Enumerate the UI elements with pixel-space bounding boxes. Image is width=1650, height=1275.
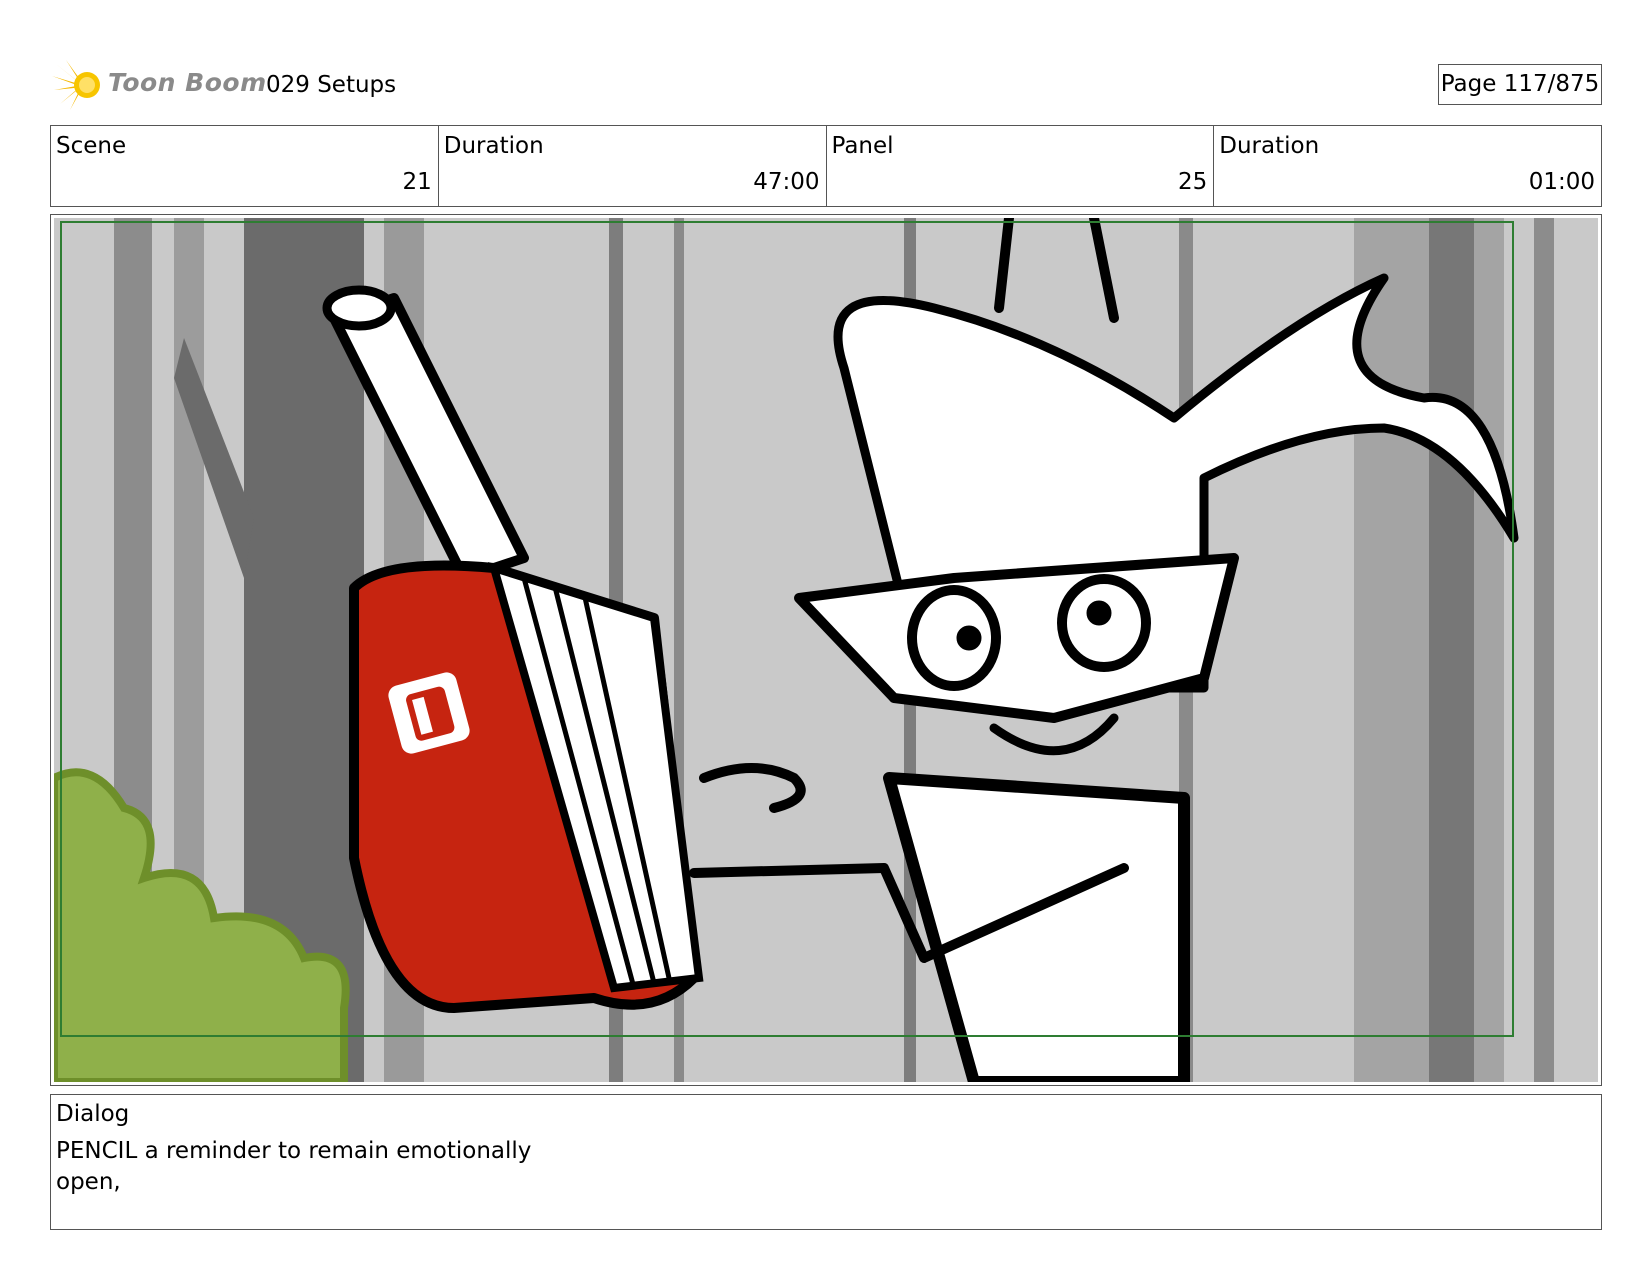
scene-label: Scene bbox=[56, 133, 127, 159]
panel-duration-cell: Duration 01:00 bbox=[1213, 126, 1601, 206]
scene-duration-label: Duration bbox=[443, 133, 544, 159]
scene-duration-cell: Duration 47:00 bbox=[437, 126, 826, 206]
page-indicator: Page 117/875 bbox=[1438, 64, 1602, 105]
toon-boom-logo: Toon Boom bbox=[52, 58, 266, 112]
logo-burst-icon bbox=[52, 60, 100, 110]
panel-drawing bbox=[54, 218, 1598, 1082]
scene-cell: Scene 21 bbox=[51, 126, 438, 206]
scene-value: 21 bbox=[402, 169, 432, 195]
scene-duration-value: 47:00 bbox=[753, 169, 820, 195]
panel-value: 25 bbox=[1177, 169, 1208, 195]
storyboard-panel bbox=[50, 214, 1602, 1086]
panel-duration-value: 01:00 bbox=[1528, 169, 1595, 195]
panel-label: Panel bbox=[831, 133, 894, 159]
panel-cell: Panel 25 bbox=[825, 126, 1214, 206]
logo-wordmark: Toon Boom bbox=[108, 68, 267, 97]
dialog-label: Dialog bbox=[56, 1101, 130, 1127]
panel-duration-label: Duration bbox=[1219, 133, 1320, 159]
scene-info-table: Scene 21 Duration 47:00 Panel 25 Duratio… bbox=[50, 125, 1602, 207]
dialog-box: Dialog PENCIL a reminder to remain emoti… bbox=[50, 1094, 1602, 1230]
project-title: 029 Setups bbox=[266, 72, 397, 98]
dialog-text: PENCIL a reminder to remain emotionally … bbox=[56, 1138, 532, 1195]
